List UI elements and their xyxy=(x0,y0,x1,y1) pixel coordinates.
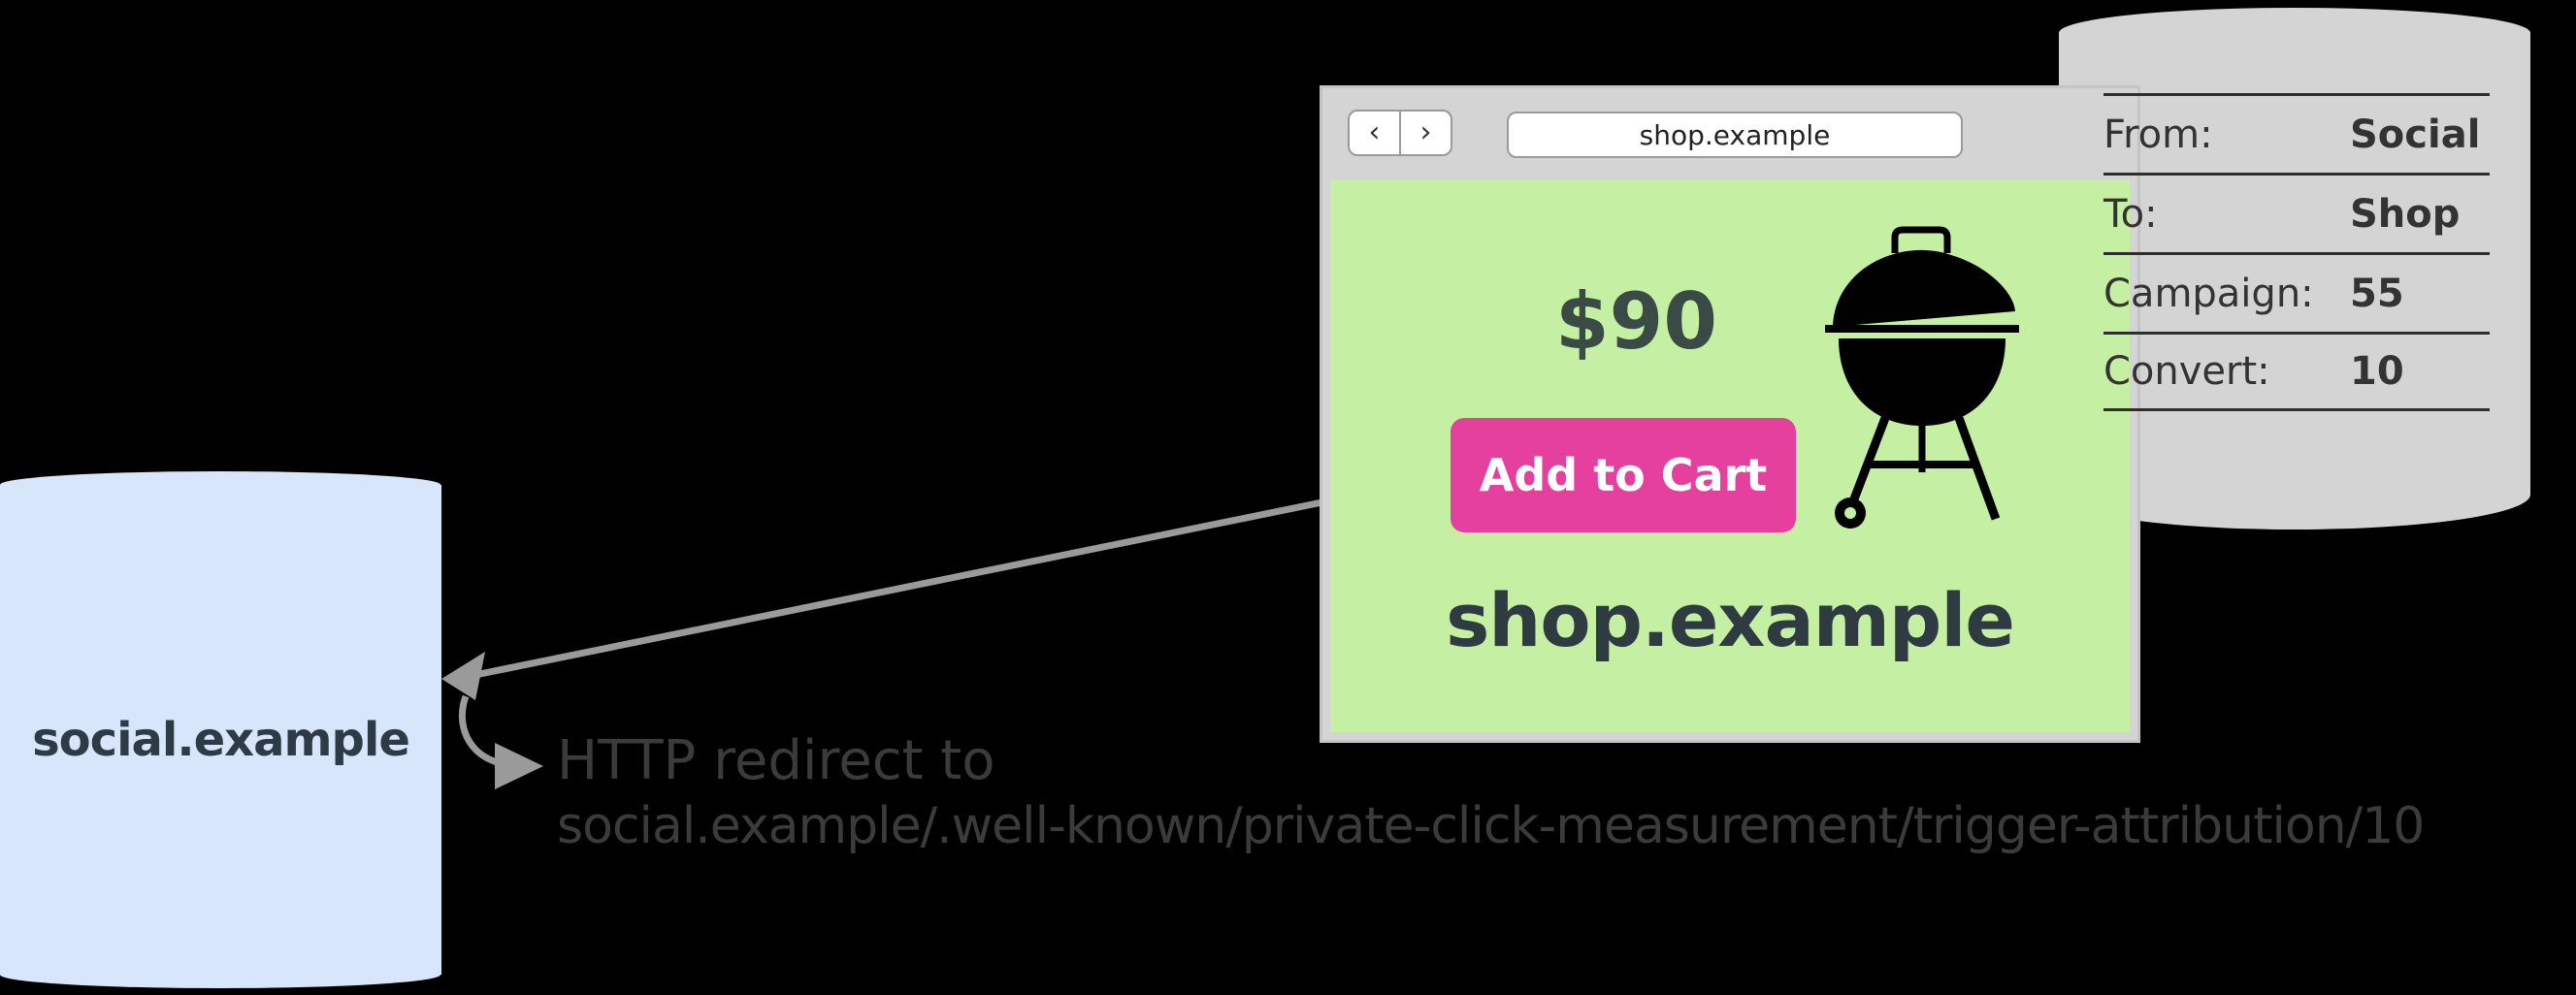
table-row: To: Shop xyxy=(2103,173,2490,252)
address-bar[interactable]: shop.example xyxy=(1507,112,1963,158)
attr-key: Convert: xyxy=(2103,349,2270,394)
attr-value: Social xyxy=(2350,112,2481,157)
forward-button[interactable]: › xyxy=(1399,112,1451,154)
browser-window: ‹ › shop.example $90 Add to Cart shop.ex… xyxy=(1320,85,2140,743)
shop-page-viewport: $90 Add to Cart shop.example xyxy=(1330,179,2130,732)
attr-value: 55 xyxy=(2350,271,2404,316)
social-site-label: social.example xyxy=(32,713,410,767)
table-row: Campaign: 55 xyxy=(2103,252,2490,332)
redirect-url: social.example/.well-known/private-click… xyxy=(557,797,2425,855)
table-row: Convert: 10 xyxy=(2103,332,2490,411)
attr-value: Shop xyxy=(2350,191,2461,237)
attr-key: Campaign: xyxy=(2103,271,2314,316)
shop-site-title: shop.example xyxy=(1446,577,2015,663)
attr-value: 10 xyxy=(2350,349,2404,394)
attr-key: From: xyxy=(2103,112,2213,157)
redirect-arrow xyxy=(458,694,543,789)
product-price: $90 xyxy=(1555,276,1717,367)
navigation-buttons: ‹ › xyxy=(1348,110,1452,156)
add-to-cart-button[interactable]: Add to Cart xyxy=(1451,418,1796,532)
attr-key: To: xyxy=(2103,191,2158,237)
grill-icon xyxy=(1825,226,2019,529)
redirect-caption: HTTP redirect to xyxy=(557,729,995,792)
table-row: From: Social xyxy=(2103,93,2490,173)
back-button[interactable]: ‹ xyxy=(1350,112,1399,154)
click-connector-arrow xyxy=(441,471,1456,700)
attribution-table: From: Social To: Shop Campaign: 55 Conve… xyxy=(2103,93,2490,411)
